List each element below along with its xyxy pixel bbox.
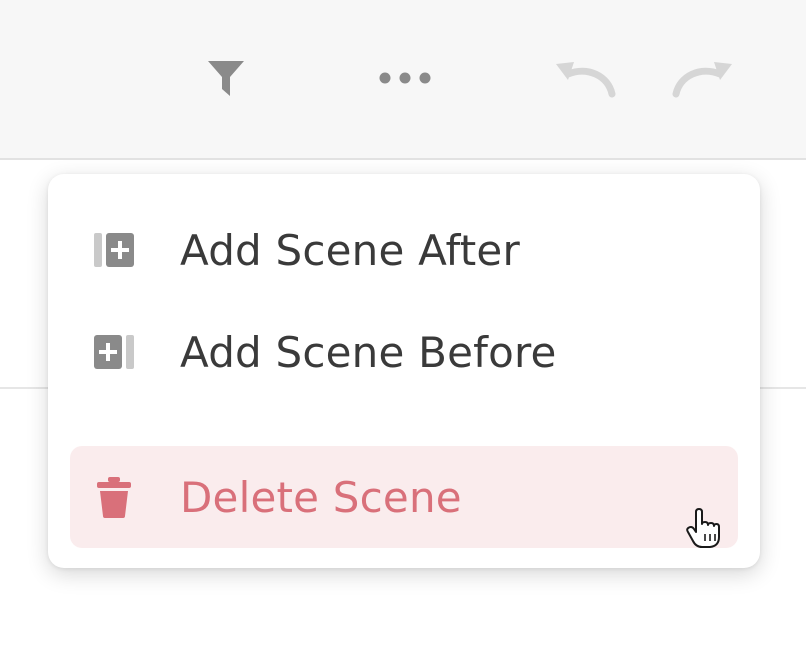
trash-icon	[92, 475, 136, 519]
add-scene-before-item[interactable]: Add Scene Before	[70, 302, 738, 402]
undo-icon	[556, 62, 616, 98]
add-scene-before-icon	[92, 330, 136, 374]
more-horizontal-icon	[379, 72, 431, 84]
undo-button[interactable]	[548, 52, 618, 104]
hand-pointer-cursor-icon	[686, 508, 720, 548]
add-scene-after-item[interactable]: Add Scene After	[70, 200, 738, 300]
delete-scene-item[interactable]: Delete Scene	[70, 446, 738, 548]
add-scene-before-label: Add Scene Before	[180, 327, 557, 377]
more-options-button[interactable]	[373, 52, 437, 104]
toolbar	[0, 0, 806, 160]
add-scene-after-icon	[92, 228, 136, 272]
scene-context-menu: Add Scene After Add Scene Before Delete …	[48, 174, 760, 568]
filter-icon	[208, 61, 244, 96]
redo-icon	[672, 62, 732, 98]
filter-button[interactable]	[200, 52, 252, 104]
redo-button[interactable]	[668, 52, 742, 104]
add-scene-after-label: Add Scene After	[180, 225, 520, 275]
delete-scene-label: Delete Scene	[180, 472, 462, 522]
